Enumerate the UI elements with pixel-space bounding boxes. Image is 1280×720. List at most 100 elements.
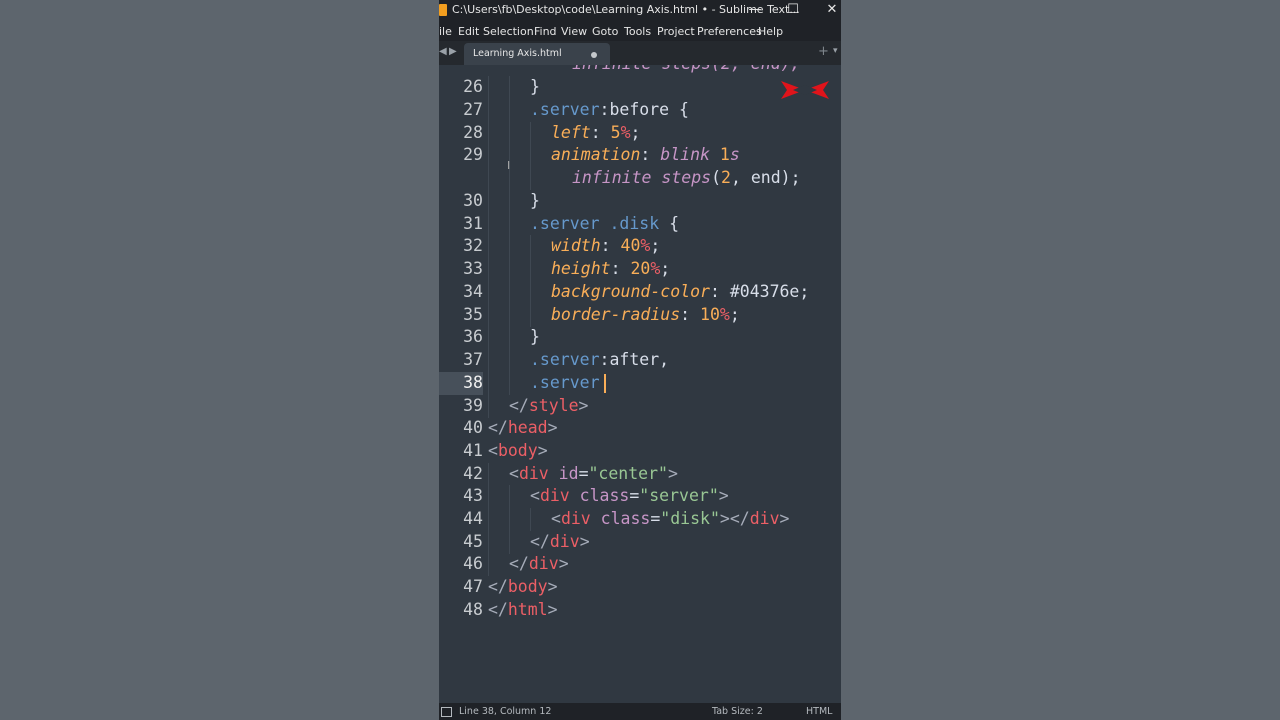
code-token: } [530,191,540,210]
code-token: style [528,396,579,415]
menu-preferences[interactable]: Preferences [697,25,762,38]
menu-tools[interactable]: Tools [624,25,651,38]
code-line: 45 </div> [439,531,841,554]
tab-list-icon[interactable]: ▾ [833,46,838,56]
code-token: } [530,77,540,96]
menu-project[interactable]: Project [657,25,695,38]
code-token: < [488,441,498,460]
code-token: > [547,577,558,596]
tab-right-arrow-icon[interactable]: ▶ [449,46,457,57]
line-number: 38 [439,372,483,395]
code-token: 10 [700,305,720,324]
menu-help[interactable]: Help [758,25,783,38]
menu-view[interactable]: View [561,25,587,38]
line-number: 36 [463,327,483,346]
code-line: 37 .server:after, [439,349,841,372]
menu-edit[interactable]: Edit [458,25,479,38]
maximize-icon[interactable]: ☐ [777,0,809,21]
line-number: 29 [463,145,483,164]
code-token: div [528,554,559,573]
code-token: { [659,214,680,233]
code-token: background-color [551,282,710,301]
line-number: 28 [463,123,483,142]
code-token: > [779,509,790,528]
line-number [439,167,483,190]
code-token: % [640,236,651,255]
cursor-position[interactable]: Line 38, Column 12 [459,706,551,717]
line-number: 43 [463,486,483,505]
code-line-current: 38 .server [439,372,841,395]
code-line: 46 </div> [439,553,841,576]
line-number: 31 [463,214,483,233]
code-token: 5 [610,123,621,142]
code-token: div [560,509,591,528]
code-token: : [709,282,730,301]
code-token: % [650,259,661,278]
sublime-window: C:\Users\fb\Desktop\code\Learning Axis.h… [439,0,841,720]
code-line: 42 <div id="center"> [439,463,841,486]
unsaved-dot-icon[interactable] [591,52,597,58]
syntax-indicator[interactable]: HTML [806,706,832,717]
code-editor[interactable]: infinite steps(2, end); 26 } 27 .server:… [439,65,841,698]
code-token: > [667,464,678,483]
code-token: ; [729,305,740,324]
code-token: </ [488,418,508,437]
code-token: : [600,236,621,255]
panel-toggle-icon[interactable] [441,707,452,717]
code-token: % [719,305,730,324]
code-line: 34 background-color: #04376e; [439,281,841,304]
code-line: 32 width: 40%; [439,235,841,258]
code-token: infinite [572,168,652,187]
tab-left-arrow-icon[interactable]: ◀ [439,46,447,57]
code-line: 29 animation: blink 1s [439,144,841,167]
code-line: 28 left: 5%; [439,122,841,145]
tab-learning-axis[interactable]: Learning Axis.html [464,43,610,65]
line-number: 40 [463,418,483,437]
code-token: ; [650,236,661,255]
line-number: 45 [463,532,483,551]
code-token: </ [509,396,529,415]
code-token: , end); [730,168,801,187]
code-token: steps [661,168,712,187]
code-token: "disk" [660,509,720,528]
code-token: > [558,554,569,573]
code-token: div [549,532,580,551]
code-token: > [578,396,589,415]
code-token: > [537,441,548,460]
code-token: .server [530,214,600,233]
minimize-icon[interactable]: — [739,0,771,21]
code-token: = [578,464,589,483]
line-number: 26 [463,77,483,96]
code-token: : [640,145,661,164]
code-token: .disk [609,214,660,233]
code-token: 2 [721,168,731,187]
line-number: 42 [463,464,483,483]
code-token: div [749,509,780,528]
line-number: 48 [463,600,483,619]
code-token: .server [530,350,600,369]
code-token: < [551,509,561,528]
code-token: height [551,259,611,278]
new-tab-icon[interactable]: + [818,44,829,59]
code-token: :before [599,100,670,119]
code-token: </ [530,532,550,551]
code-token: infinite steps(2, end); [572,65,800,73]
close-icon[interactable]: ✕ [816,0,841,21]
text-caret [604,374,606,393]
menu-find[interactable]: Find [534,25,557,38]
line-number: 41 [463,441,483,460]
code-token: .server [530,373,600,392]
code-token: #04376e [729,282,800,301]
code-token: class [590,509,651,528]
menu-file[interactable]: ile [439,25,452,38]
menu-goto[interactable]: Goto [592,25,618,38]
menu-selection[interactable]: Selection [483,25,534,38]
code-line: 36 } [439,326,841,349]
code-token: border-radius [551,305,681,324]
tab-bar: ◀ ▶ Learning Axis.html + ▾ [439,41,841,65]
code-token: div [539,486,570,505]
tab-size-indicator[interactable]: Tab Size: 2 [712,706,763,717]
sublime-text-icon [439,4,447,16]
line-number: 37 [463,350,483,369]
